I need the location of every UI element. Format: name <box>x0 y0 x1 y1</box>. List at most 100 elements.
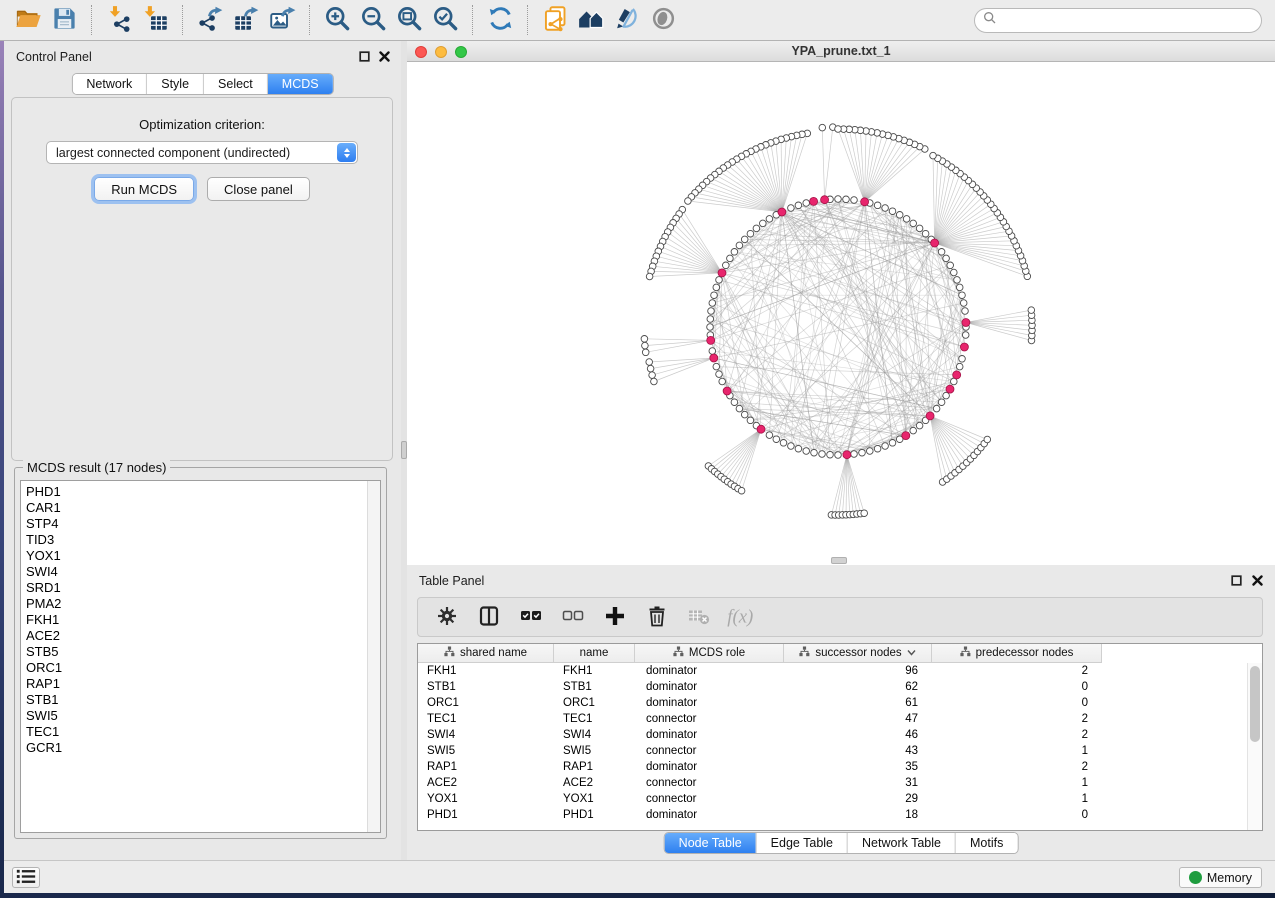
table-tab-network-table[interactable]: Network Table <box>847 833 955 853</box>
table-row[interactable]: SWI4SWI4dominator462 <box>418 727 1262 743</box>
table-cell: SWI4 <box>554 727 635 743</box>
zoom-out-icon <box>360 5 387 35</box>
table-row[interactable]: FKH1FKH1dominator962 <box>418 663 1262 679</box>
close-panel-button[interactable]: Close panel <box>207 177 310 201</box>
memory-button-label: Memory <box>1207 871 1252 885</box>
mcds-result-item[interactable]: SRD1 <box>26 580 380 596</box>
column-header-name[interactable]: name <box>554 644 635 663</box>
column-header-shared-name[interactable]: shared name <box>418 644 554 663</box>
zoom-selected-button[interactable] <box>429 4 461 36</box>
memory-status-icon <box>1189 871 1202 884</box>
mcds-result-item[interactable]: STB5 <box>26 644 380 660</box>
mcds-result-item[interactable]: ACE2 <box>26 628 380 644</box>
save-session-button[interactable] <box>48 4 80 36</box>
column-header-successor-nodes[interactable]: successor nodes <box>784 644 932 663</box>
zoom-out-button[interactable] <box>357 4 389 36</box>
mcds-result-item[interactable]: PHD1 <box>26 484 380 500</box>
gear-button[interactable] <box>433 604 460 631</box>
add-row-button[interactable] <box>601 604 628 631</box>
share-document-button[interactable] <box>539 4 571 36</box>
mcds-result-item[interactable]: YOX1 <box>26 548 380 564</box>
table-cell: STB1 <box>418 679 554 695</box>
table-row[interactable]: TEC1TEC1connector472 <box>418 711 1262 727</box>
mcds-result-item[interactable]: RAP1 <box>26 676 380 692</box>
mcds-result-item[interactable]: STP4 <box>26 516 380 532</box>
toggle-graphics-details-button[interactable] <box>611 4 643 36</box>
split-view-button[interactable] <box>475 604 502 631</box>
column-header-MCDS-role[interactable]: MCDS role <box>635 644 784 663</box>
table-row[interactable]: PHD1PHD1dominator180 <box>418 807 1262 823</box>
mcds-result-item[interactable]: TEC1 <box>26 724 380 740</box>
mcds-result-item[interactable]: TID3 <box>26 532 380 548</box>
tab-select[interactable]: Select <box>203 74 267 94</box>
optimization-criterion-select[interactable]: largest connected component (undirected) <box>46 141 358 164</box>
zoom-in-icon <box>324 5 351 35</box>
table-tab-motifs[interactable]: Motifs <box>955 833 1017 853</box>
table-cell: TEC1 <box>554 711 635 727</box>
select-all-button[interactable] <box>517 604 544 631</box>
save-session-icon <box>51 5 78 35</box>
zoom-in-button[interactable] <box>321 4 353 36</box>
network-graph[interactable] <box>407 62 1275 565</box>
deselect-all-icon <box>561 604 585 631</box>
column-label: MCDS role <box>689 647 745 659</box>
table-panel-float-button[interactable] <box>1229 574 1243 588</box>
table-row[interactable]: RAP1RAP1dominator352 <box>418 759 1262 775</box>
select-stepper-icon <box>337 143 356 162</box>
mcds-result-item[interactable]: STB1 <box>26 692 380 708</box>
mcds-result-list: PHD1CAR1STP4TID3YOX1SWI4SRD1PMA2FKH1ACE2… <box>20 480 381 833</box>
table-scrollbar[interactable] <box>1247 663 1262 830</box>
control-panel-close-button[interactable] <box>377 50 391 64</box>
refresh-network-view-icon <box>487 5 514 35</box>
task-history-button[interactable] <box>12 867 40 888</box>
mcds-result-item[interactable]: SWI5 <box>26 708 380 724</box>
table-cell: SWI5 <box>554 743 635 759</box>
mcds-result-item[interactable]: SWI4 <box>26 564 380 580</box>
mcds-result-item[interactable]: FKH1 <box>26 612 380 628</box>
table-row[interactable]: STB1STB1dominator620 <box>418 679 1262 695</box>
table-scrollbar-thumb[interactable] <box>1250 666 1260 742</box>
deselect-all-button[interactable] <box>559 604 586 631</box>
mcds-result-item[interactable]: PMA2 <box>26 596 380 612</box>
run-mcds-button[interactable]: Run MCDS <box>94 177 194 201</box>
column-header-predecessor-nodes[interactable]: predecessor nodes <box>932 644 1102 663</box>
export-network-button[interactable] <box>194 4 226 36</box>
table-tab-edge-table[interactable]: Edge Table <box>756 833 847 853</box>
mcds-result-item[interactable]: ORC1 <box>26 660 380 676</box>
import-network-file-button[interactable] <box>103 4 135 36</box>
hierarchy-icon <box>444 646 455 660</box>
open-file-button[interactable] <box>12 4 44 36</box>
zoom-fit-content-button[interactable] <box>393 4 425 36</box>
export-table-button[interactable] <box>230 4 262 36</box>
mcds-result-item[interactable]: GCR1 <box>26 740 380 756</box>
tab-network[interactable]: Network <box>72 74 146 94</box>
table-panel-close-button[interactable] <box>1250 574 1264 588</box>
network-canvas[interactable] <box>407 62 1275 565</box>
export-image-button[interactable] <box>266 4 298 36</box>
memory-button[interactable]: Memory <box>1179 867 1262 888</box>
tab-style[interactable]: Style <box>146 74 203 94</box>
cytoscape-home-button[interactable] <box>575 4 607 36</box>
mcds-result-item[interactable]: CAR1 <box>26 500 380 516</box>
table-row[interactable]: YOX1YOX1connector291 <box>418 791 1262 807</box>
table-cell: 46 <box>784 727 932 743</box>
table-row[interactable]: SWI5SWI5connector431 <box>418 743 1262 759</box>
mcds-list-scrollbar[interactable] <box>367 481 380 832</box>
table-row[interactable]: ORC1ORC1dominator610 <box>418 695 1262 711</box>
horizontal-splitter-handle[interactable] <box>831 557 847 564</box>
close-icon <box>379 50 390 65</box>
import-table-file-button[interactable] <box>139 4 171 36</box>
search-input[interactable] <box>1001 11 1261 31</box>
control-panel-float-button[interactable] <box>357 50 371 64</box>
zoom-fit-content-icon <box>396 5 423 35</box>
delete-row-button[interactable] <box>643 604 670 631</box>
tab-mcds[interactable]: MCDS <box>267 74 333 94</box>
toolbar-buttons-host <box>10 4 681 36</box>
column-label: successor nodes <box>815 647 901 659</box>
table-row[interactable]: ACE2ACE2connector311 <box>418 775 1262 791</box>
birds-eye-view-icon <box>650 5 677 35</box>
add-row-icon <box>603 604 627 631</box>
birds-eye-view-button[interactable] <box>647 4 679 36</box>
refresh-network-view-button[interactable] <box>484 4 516 36</box>
table-tab-node-table[interactable]: Node Table <box>665 833 756 853</box>
